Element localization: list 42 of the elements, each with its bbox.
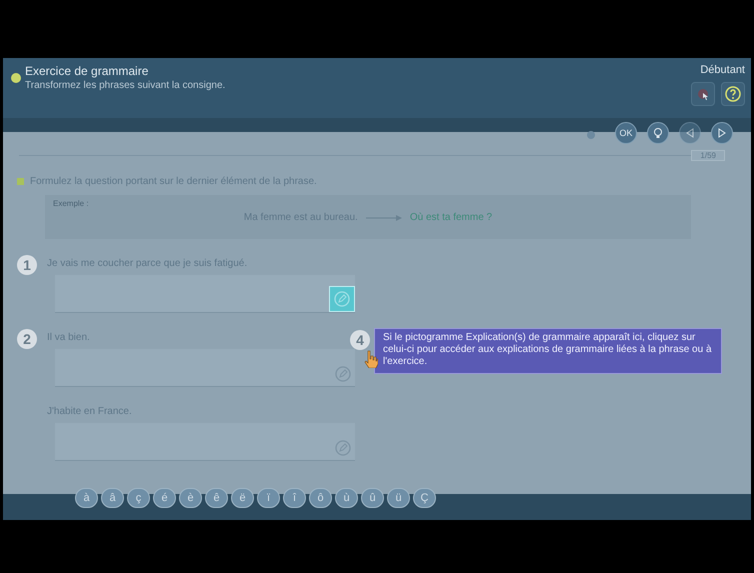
cursor-icon xyxy=(696,87,710,101)
accent-key[interactable]: ë xyxy=(231,488,254,508)
level-label: Débutant xyxy=(700,64,745,76)
accent-key[interactable]: û xyxy=(361,488,384,508)
lightbulb-icon xyxy=(652,127,664,139)
hint-button[interactable] xyxy=(647,122,669,144)
answer-field[interactable] xyxy=(55,423,355,461)
next-button[interactable] xyxy=(711,122,733,144)
answer-field[interactable] xyxy=(55,349,355,387)
ok-button[interactable]: OK xyxy=(615,122,637,144)
accent-key[interactable]: ù xyxy=(335,488,358,508)
accent-key[interactable]: é xyxy=(153,488,176,508)
accent-key[interactable]: ô xyxy=(309,488,332,508)
accent-key[interactable]: è xyxy=(179,488,202,508)
accent-key[interactable]: Ç xyxy=(413,488,436,508)
progress-counter: 1/59 xyxy=(691,150,725,160)
example-answer: Où est ta femme ? xyxy=(410,212,492,223)
accent-key[interactable]: î xyxy=(283,488,306,508)
help-button[interactable] xyxy=(721,82,745,106)
accent-key[interactable]: à xyxy=(75,488,98,508)
hand-cursor-icon xyxy=(364,350,378,368)
number-badge: 4 xyxy=(350,330,370,350)
accent-key[interactable]: â xyxy=(101,488,124,508)
accent-key[interactable]: ê xyxy=(205,488,228,508)
example-label: Exemple : xyxy=(53,199,90,208)
tooltip-text: Si le pictogramme Explication(s) de grammaire apparaît ici, cliquez sur celui-ci pour accéder aux explications de grammaire liées à la phrase ou à l'exercice. xyxy=(374,328,722,374)
accent-key[interactable]: ï xyxy=(257,488,280,508)
slider-knob[interactable] xyxy=(587,131,595,139)
arrow-icon xyxy=(366,214,402,220)
accent-key[interactable]: ü xyxy=(387,488,410,508)
bullet-square xyxy=(17,178,24,185)
back-icon xyxy=(684,127,696,139)
number-badge: 2 xyxy=(17,329,37,349)
exercise-subtitle: Transformez les phrases suivant la consigne. xyxy=(25,80,226,91)
forward-icon xyxy=(716,127,728,139)
pointer-button[interactable] xyxy=(691,82,715,106)
previous-button[interactable] xyxy=(679,122,701,144)
exercise-title: Exercice de grammaire xyxy=(25,64,150,78)
status-dot xyxy=(11,73,21,83)
accent-key[interactable]: ç xyxy=(127,488,150,508)
answer-field[interactable] xyxy=(55,275,355,313)
number-badge: 1 xyxy=(17,255,37,275)
